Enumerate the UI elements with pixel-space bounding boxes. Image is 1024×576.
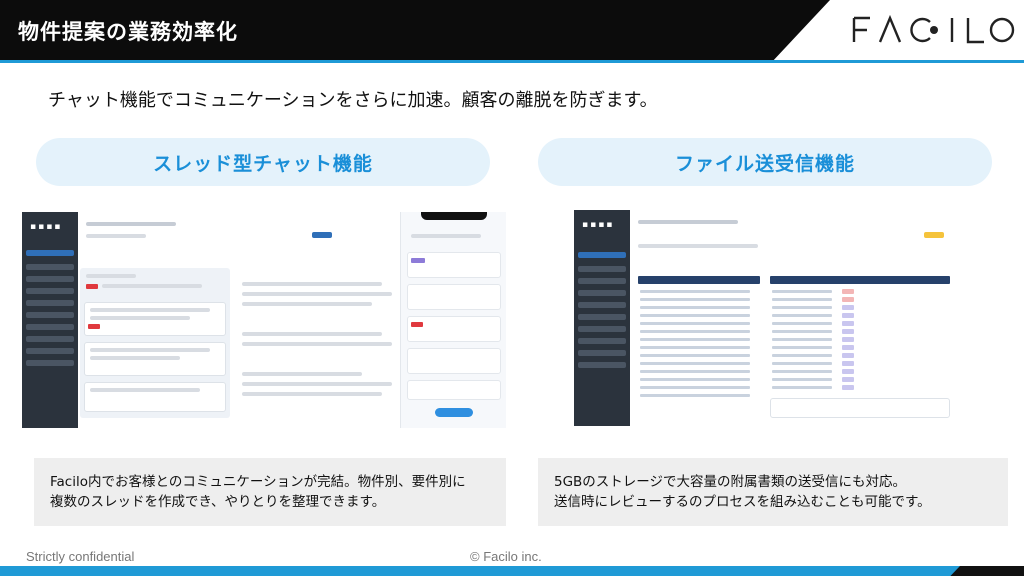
footer-accent-bar [0,566,960,576]
thread-chat-description-line-2: 複数のスレッドを作成でき、やりとりを整理できます。 [50,494,386,510]
app-sidebar: ▪▪▪▪ [574,210,630,426]
thread-chat-description-line-1: Facilo内でお客様とのコミュニケーションが完結。物件別、要件別に [50,474,466,490]
thread-chat-screenshot: ▪▪▪▪ [22,212,506,428]
sidebar-logo: ▪▪▪▪ [582,220,615,230]
slide-subtitle: チャット機能でコミュニケーションをさらに加速。顧客の離脱を防ぎます。 [48,90,658,111]
slide-title: 物件提案の業務効率化 [18,20,238,44]
copyright-notice: © Facilo inc. [470,549,542,564]
feature-pill-thread-chat: スレッド型チャット機能 [36,138,490,186]
header-accent-line [0,60,1024,63]
thread-chat-description: Facilo内でお客様とのコミュニケーションが完結。物件別、要件別に 複数のスレ… [34,458,506,526]
phone-preview [400,212,506,428]
confidential-notice: Strictly confidential [26,549,135,564]
file-transfer-description-line-1: 5GBのストレージで大容量の附属書類の送受信にも対応。 [554,474,907,490]
facilo-logo-mark [852,14,1015,44]
feature-pill-file-transfer: ファイル送受信機能 [538,138,992,186]
app-sidebar: ▪▪▪▪ [22,212,78,428]
slide-header: 物件提案の業務効率化 [0,0,1024,63]
file-transfer-description-line-2: 送信時にレビューするのプロセスを組み込むことも可能です。 [554,494,931,510]
facilo-logo [848,12,1018,48]
file-transfer-screenshot: ▪▪▪▪ [574,210,958,426]
sidebar-logo: ▪▪▪▪ [30,222,63,232]
file-transfer-description: 5GBのストレージで大容量の附属書類の送受信にも対応。 送信時にレビューするのプ… [538,458,1008,526]
